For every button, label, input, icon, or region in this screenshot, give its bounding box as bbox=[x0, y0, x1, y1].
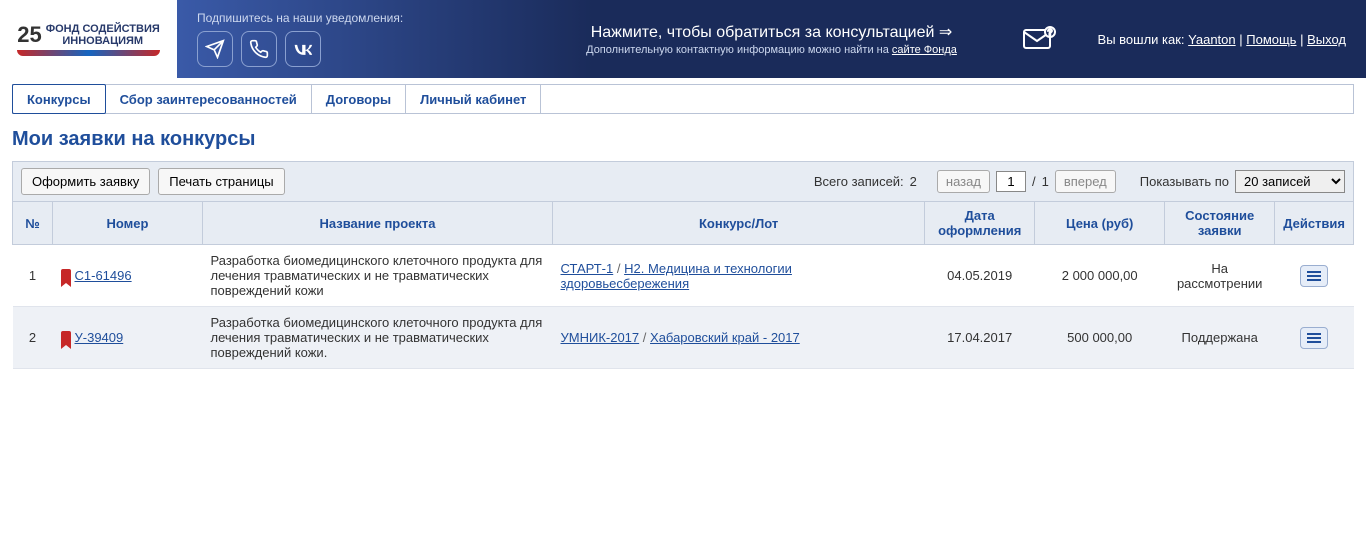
page-size-select[interactable]: 20 записей bbox=[1235, 170, 1345, 193]
logo-arc bbox=[17, 50, 160, 56]
user-info: Вы вошли как: Yaanton | Помощь | Выход bbox=[1098, 32, 1346, 47]
pager: Всего записей: 2 назад / 1 вперед Показы… bbox=[814, 170, 1345, 193]
user-link[interactable]: Yaanton bbox=[1188, 32, 1235, 47]
row-actions-button[interactable] bbox=[1300, 327, 1328, 349]
cell-title: Разработка биомедицинского клеточного пр… bbox=[203, 307, 553, 369]
header: 25 ФОНД СОДЕЙСТВИЯ ИННОВАЦИЯМ Подпишитес… bbox=[0, 0, 1366, 78]
page-title: Мои заявки на конкурсы bbox=[12, 128, 1354, 151]
ribbon-icon bbox=[61, 269, 71, 283]
header-main: Подпишитесь на наши уведомления: Нажмите… bbox=[177, 0, 1366, 78]
col-status[interactable]: Состояние заявки bbox=[1165, 202, 1275, 245]
tab-cabinet[interactable]: Личный кабинет bbox=[406, 85, 541, 113]
notif-label: Подпишитесь на наши уведомления: bbox=[197, 11, 403, 25]
col-date[interactable]: Дата оформления bbox=[925, 202, 1035, 245]
col-number[interactable]: Номер bbox=[53, 202, 203, 245]
site-link[interactable]: сайте Фонда bbox=[892, 44, 957, 56]
total-value: 2 bbox=[910, 174, 917, 189]
cell-idx: 2 bbox=[13, 307, 53, 369]
cell-idx: 1 bbox=[13, 245, 53, 307]
tabbar: Конкурсы Сбор заинтересованностей Догово… bbox=[12, 84, 1354, 114]
show-label: Показывать по bbox=[1140, 174, 1229, 189]
help-link[interactable]: Помощь bbox=[1246, 32, 1296, 47]
cell-contest: СТАРТ-1 / Н2. Медицина и технологии здор… bbox=[553, 245, 925, 307]
consult-link[interactable]: Нажмите, чтобы обратиться за консультаци… bbox=[586, 22, 957, 42]
total-label: Всего записей: bbox=[814, 174, 904, 189]
table-row: 2 У-39409 Разработка биомедицинского кле… bbox=[13, 307, 1354, 369]
page-input[interactable] bbox=[996, 171, 1026, 192]
col-idx[interactable]: № bbox=[13, 202, 53, 245]
ribbon-icon bbox=[61, 331, 71, 345]
table-row: 1 С1-61496 Разработка биомедицинского кл… bbox=[13, 245, 1354, 307]
cell-number: У-39409 bbox=[53, 307, 203, 369]
logo[interactable]: 25 ФОНД СОДЕЙСТВИЯ ИННОВАЦИЯМ bbox=[0, 0, 177, 78]
logo-number: 25 bbox=[17, 22, 41, 48]
forward-button[interactable]: вперед bbox=[1055, 170, 1116, 193]
logo-line1: ФОНД СОДЕЙСТВИЯ bbox=[46, 23, 160, 35]
tab-contracts[interactable]: Договоры bbox=[312, 85, 406, 113]
menu-icon bbox=[1307, 271, 1321, 281]
number-link[interactable]: С1-61496 bbox=[75, 268, 132, 283]
contest-link-a[interactable]: СТАРТ-1 bbox=[561, 261, 614, 276]
menu-icon bbox=[1307, 333, 1321, 343]
pages-total: 1 bbox=[1042, 174, 1049, 189]
tab-interests[interactable]: Сбор заинтересованностей bbox=[106, 85, 312, 113]
cell-date: 17.04.2017 bbox=[925, 307, 1035, 369]
cell-status: На рассмотрении bbox=[1165, 245, 1275, 307]
number-link[interactable]: У-39409 bbox=[75, 330, 124, 345]
cell-title: Разработка биомедицинского клеточного пр… bbox=[203, 245, 553, 307]
contest-link-b[interactable]: Хабаровский край - 2017 bbox=[650, 330, 800, 345]
logo-line2: ИННОВАЦИЯМ bbox=[46, 35, 160, 47]
mail-icon[interactable]: ? bbox=[1022, 26, 1056, 52]
svg-text:?: ? bbox=[1048, 28, 1053, 37]
tab-competitions[interactable]: Конкурсы bbox=[12, 84, 106, 114]
toolbar: Оформить заявку Печать страницы Всего за… bbox=[12, 161, 1354, 202]
telegram-icon[interactable] bbox=[197, 31, 233, 67]
col-title[interactable]: Название проекта bbox=[203, 202, 553, 245]
vk-icon[interactable] bbox=[285, 31, 321, 67]
consult-sub: Дополнительную контактную информацию мож… bbox=[586, 44, 957, 56]
cell-contest: УМНИК-2017 / Хабаровский край - 2017 bbox=[553, 307, 925, 369]
cell-number: С1-61496 bbox=[53, 245, 203, 307]
print-button[interactable]: Печать страницы bbox=[158, 168, 284, 195]
applications-table: № Номер Название проекта Конкурс/Лот Дат… bbox=[12, 202, 1354, 369]
row-actions-button[interactable] bbox=[1300, 265, 1328, 287]
logout-link[interactable]: Выход bbox=[1307, 32, 1346, 47]
cell-status: Поддержана bbox=[1165, 307, 1275, 369]
col-price[interactable]: Цена (руб) bbox=[1035, 202, 1165, 245]
viber-icon[interactable] bbox=[241, 31, 277, 67]
apply-button[interactable]: Оформить заявку bbox=[21, 168, 150, 195]
back-button[interactable]: назад bbox=[937, 170, 990, 193]
cell-price: 2 000 000,00 bbox=[1035, 245, 1165, 307]
col-contest[interactable]: Конкурс/Лот bbox=[553, 202, 925, 245]
col-actions[interactable]: Действия bbox=[1275, 202, 1354, 245]
cell-price: 500 000,00 bbox=[1035, 307, 1165, 369]
contest-link-a[interactable]: УМНИК-2017 bbox=[561, 330, 640, 345]
cell-date: 04.05.2019 bbox=[925, 245, 1035, 307]
